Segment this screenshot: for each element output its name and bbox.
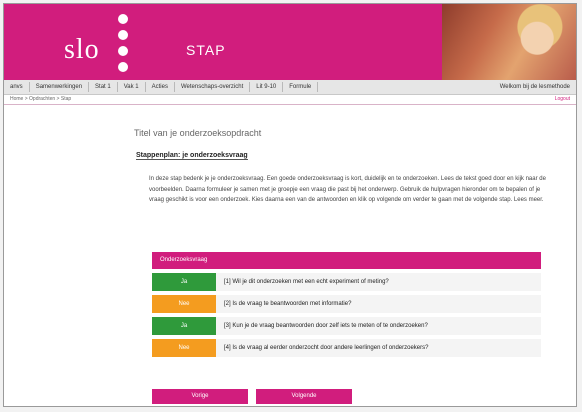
instruction-text: In deze stap bedenk je je onderzoeksvraa… [149, 176, 546, 203]
nav-item-stat[interactable]: Stat 1 [89, 82, 118, 92]
option-row: Nee [2] Is de vraag te beantwoorden met … [152, 295, 541, 313]
nav-item-vak[interactable]: Vak 1 [118, 82, 146, 92]
option-button-3[interactable]: Ja [152, 317, 216, 335]
header-banner: slo STAP [4, 4, 576, 80]
option-text-3: [3] Kun je de vraag beantwoorden door ze… [224, 323, 428, 329]
option-row: Ja [1] Wil je dit onderzoeken met een ec… [152, 273, 541, 291]
main-nav: anvs Samenwerkingen Stat 1 Vak 1 Acties … [4, 80, 576, 95]
breadcrumb-bar: Home > Opdrachten > Stap Logout [4, 95, 576, 105]
logo-text: slo [64, 34, 100, 65]
header-photo [442, 4, 576, 80]
nav-item-acties[interactable]: Acties [146, 82, 175, 92]
welcome-text: Welkom bij de lesmethode [499, 84, 570, 90]
option-text-2: [2] Is de vraag te beantwoorden met info… [224, 301, 352, 307]
logo-dots-icon [118, 14, 130, 74]
option-row: Nee [4] Is de vraag al eerder onderzocht… [152, 339, 541, 357]
next-button[interactable]: Volgende [256, 389, 352, 404]
option-text-1: [1] Wil je dit onderzoeken met een echt … [224, 279, 389, 285]
breadcrumb[interactable]: Home > Opdrachten > Stap [10, 96, 71, 102]
nav-item-wetenschap[interactable]: Wetenschaps-overzicht [175, 82, 251, 92]
section-label: Stappenplan: je onderzoeksvraag [136, 152, 248, 160]
previous-button[interactable]: Vorige [152, 389, 248, 404]
question-panel: Onderzoeksvraag Ja [1] Wil je dit onderz… [152, 252, 541, 357]
option-button-1[interactable]: Ja [152, 273, 216, 291]
nav-item-lit[interactable]: Lit 9-10 [250, 82, 284, 92]
panel-heading: Onderzoeksvraag [152, 252, 541, 269]
nav-item-formule[interactable]: Formule [283, 82, 319, 92]
app-name: STAP [186, 42, 226, 58]
logout-link[interactable]: Logout [555, 96, 570, 102]
option-button-2[interactable]: Nee [152, 295, 216, 313]
nav-item-home[interactable]: anvs [4, 82, 30, 92]
option-row: Ja [3] Kun je de vraag beantwoorden door… [152, 317, 541, 335]
option-text-4: [4] Is de vraag al eerder onderzocht doo… [224, 345, 429, 351]
app-window: slo STAP anvs Samenwerkingen Stat 1 Vak … [3, 3, 577, 407]
navigation-buttons: Vorige Volgende [152, 389, 352, 404]
nav-item-samenwerkingen[interactable]: Samenwerkingen [30, 82, 90, 92]
page-title: Titel van je onderzoeksopdracht [134, 128, 262, 138]
option-button-4[interactable]: Nee [152, 339, 216, 357]
